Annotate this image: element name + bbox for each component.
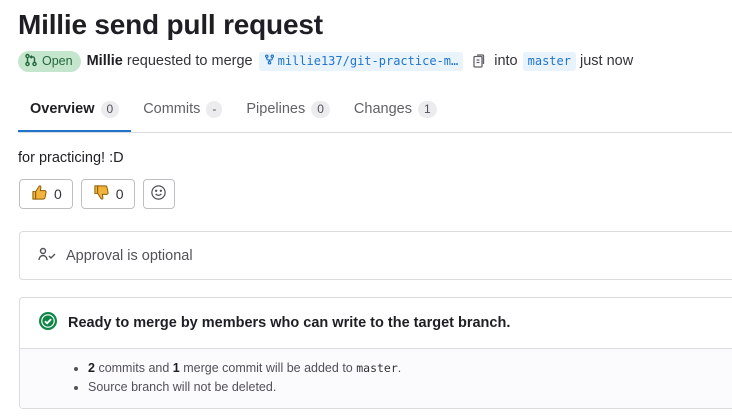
tab-label: Commits bbox=[143, 101, 201, 117]
target-branch[interactable]: master bbox=[522, 51, 576, 71]
copy-icon[interactable] bbox=[472, 53, 486, 69]
add-reaction-button[interactable] bbox=[142, 179, 175, 209]
thumbs-down-icon bbox=[93, 184, 110, 204]
time-text: just now bbox=[579, 53, 634, 69]
author-name[interactable]: Millie bbox=[87, 53, 123, 69]
source-branch-name: millie137/git-practice-m… bbox=[277, 54, 459, 68]
source-branch[interactable]: millie137/git-practice-m… bbox=[258, 51, 464, 71]
merge-request-tabs: Overview 0 Commits - Pipelines 0 Changes… bbox=[18, 87, 732, 133]
merge-commit-info: 2 commits and 1 merge commit will be add… bbox=[88, 359, 732, 378]
tab-count: 1 bbox=[417, 100, 437, 118]
tab-count: 0 bbox=[311, 100, 330, 118]
merge-status-header: Ready to merge by members who can write … bbox=[20, 298, 732, 349]
tab-label: Pipelines bbox=[246, 101, 306, 117]
tab-label: Changes bbox=[353, 101, 412, 117]
tab-commits[interactable]: Commits - bbox=[131, 87, 234, 131]
approval-widget: Approval is optional bbox=[19, 231, 732, 280]
tab-count: - bbox=[206, 100, 223, 118]
merge-widget: Ready to merge by members who can write … bbox=[19, 297, 732, 409]
merge-details: 2 commits and 1 merge commit will be add… bbox=[20, 349, 732, 408]
commits-text: commits and bbox=[98, 361, 170, 375]
tab-changes[interactable]: Changes 1 bbox=[342, 87, 449, 131]
sentence-end: . bbox=[397, 361, 402, 375]
status-label: Open bbox=[42, 54, 73, 68]
smiley-icon bbox=[150, 184, 167, 204]
tab-count: 0 bbox=[100, 100, 120, 118]
thumbs-down-count: 0 bbox=[115, 186, 124, 202]
description: for practicing! :D bbox=[18, 150, 124, 166]
page-title: Millie send pull request bbox=[18, 9, 323, 40]
thumbs-up-button[interactable]: 0 bbox=[19, 179, 73, 209]
source-branch-info: Source branch will not be deleted. bbox=[88, 378, 732, 397]
thumbs-up-count: 0 bbox=[54, 186, 62, 202]
into-text: into bbox=[494, 53, 518, 69]
merge-commit-text: merge commit will be added to bbox=[183, 361, 353, 375]
check-circle-icon bbox=[38, 311, 68, 335]
tab-overview[interactable]: Overview 0 bbox=[18, 87, 132, 132]
approval-text: Approval is optional bbox=[66, 247, 193, 264]
merge-request-meta: Open Millie requested to merge millie137… bbox=[18, 50, 633, 72]
status-badge: Open bbox=[18, 50, 81, 72]
branch-icon bbox=[264, 54, 275, 68]
target-branch-name: master bbox=[356, 361, 398, 375]
merge-status-text: Ready to merge by members who can write … bbox=[68, 315, 511, 331]
approval-icon bbox=[38, 247, 66, 265]
thumbs-down-button[interactable]: 0 bbox=[80, 179, 135, 209]
tab-label: Overview bbox=[30, 101, 95, 117]
merge-commit-count: 1 bbox=[172, 361, 180, 375]
merge-request-icon bbox=[24, 53, 38, 70]
award-emoji-bar: 0 0 bbox=[19, 179, 175, 209]
requested-text: requested to merge bbox=[126, 53, 253, 69]
commit-count: 2 bbox=[88, 361, 95, 375]
tab-pipelines[interactable]: Pipelines 0 bbox=[234, 87, 342, 131]
thumbs-up-icon bbox=[31, 184, 48, 204]
